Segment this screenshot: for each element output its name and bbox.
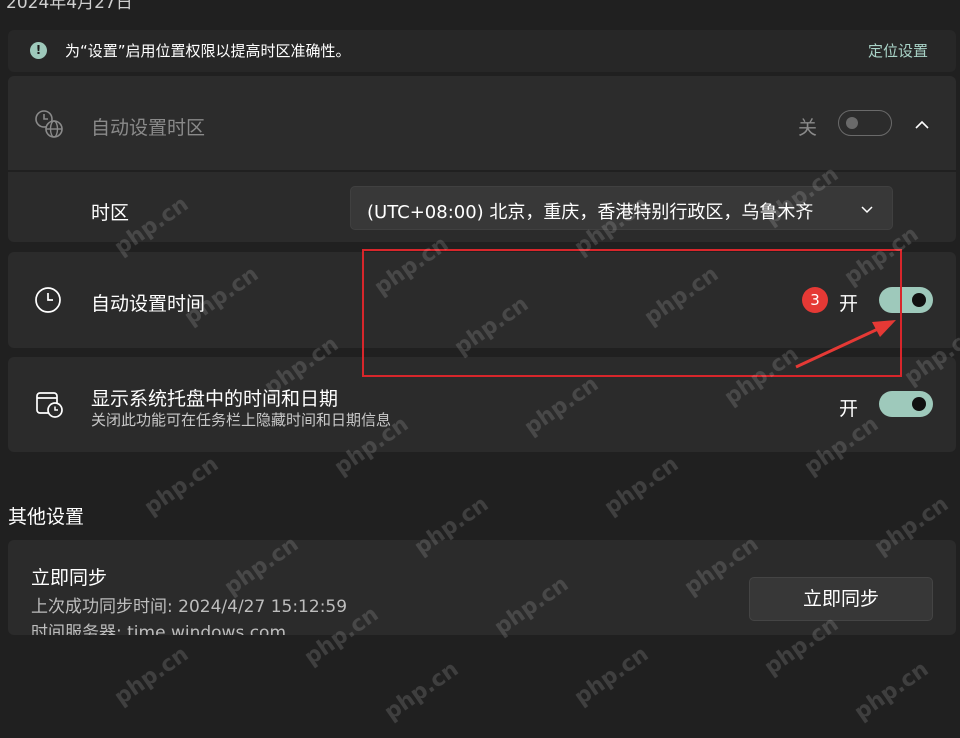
timezone-select-value: (UTC+08:00) 北京，重庆，香港特别行政区，乌鲁木齐 bbox=[367, 202, 814, 223]
clock-icon bbox=[35, 287, 61, 313]
annotation-highlight-box bbox=[362, 249, 902, 377]
tray-time-state: 开 bbox=[839, 398, 859, 420]
timezone-label: 时区 bbox=[91, 202, 130, 224]
tray-time-toggle[interactable] bbox=[879, 391, 933, 417]
tray-time-label: 显示系统托盘中的时间和日期 bbox=[91, 388, 339, 410]
sync-now-button[interactable]: 立即同步 bbox=[749, 577, 933, 621]
calendar-clock-icon bbox=[36, 392, 63, 418]
globe-clock-icon bbox=[35, 110, 63, 138]
location-notice-text: 为“设置”启用位置权限以提高时区准确性。 bbox=[65, 42, 351, 60]
time-server-text: 时间服务器: time.windows.com bbox=[31, 623, 287, 635]
chevron-down-icon bbox=[861, 206, 873, 214]
auto-timezone-label: 自动设置时区 bbox=[91, 117, 206, 139]
other-settings-heading: 其他设置 bbox=[8, 506, 85, 528]
location-settings-link[interactable]: 定位设置 bbox=[868, 40, 928, 61]
date-header-cut: 2024年4月27日 bbox=[6, 0, 133, 13]
info-icon: ! bbox=[30, 42, 47, 59]
page-bottom bbox=[0, 635, 960, 738]
last-sync-text: 上次成功同步时间: 2024/4/27 15:12:59 bbox=[31, 597, 348, 617]
auto-timezone-state: 关 bbox=[798, 117, 818, 139]
chevron-up-icon[interactable] bbox=[911, 114, 933, 136]
sync-title: 立即同步 bbox=[31, 567, 108, 589]
auto-time-label: 自动设置时间 bbox=[91, 293, 206, 315]
tray-time-description: 关闭此功能可在任务栏上隐藏时间和日期信息 bbox=[91, 411, 392, 429]
timezone-select[interactable]: (UTC+08:00) 北京，重庆，香港特别行政区，乌鲁木齐 bbox=[350, 186, 893, 230]
auto-timezone-toggle[interactable] bbox=[838, 110, 892, 136]
watermark: php.cn bbox=[140, 451, 224, 521]
watermark: php.cn bbox=[600, 451, 684, 521]
